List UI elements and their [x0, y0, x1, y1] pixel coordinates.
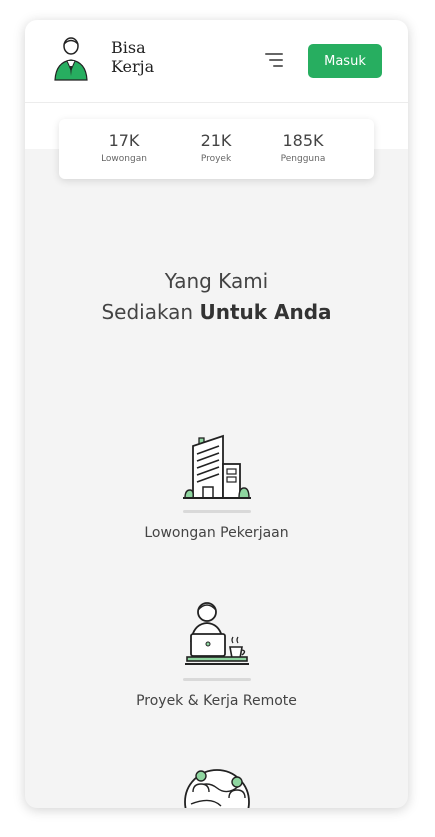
bisakerja-logo[interactable]: Bisa Kerja: [53, 36, 154, 82]
stat-label: Lowongan: [101, 154, 147, 164]
service-divider: [182, 678, 251, 681]
top-navbar: Bisa Kerja Masuk: [25, 20, 408, 103]
section-heading: Yang Kami Sediakan Untuk Anda: [25, 266, 408, 328]
office-building-icon: [182, 434, 251, 499]
section-heading-line1: Yang Kami: [164, 269, 269, 293]
remote-worker-laptop-icon: [184, 602, 249, 665]
service-item-proyek-remote[interactable]: Proyek & Kerja Remote: [25, 600, 408, 709]
service-label: Lowongan Pekerjaan: [144, 525, 289, 541]
menu-toggle-button[interactable]: [265, 52, 285, 68]
service-divider: [182, 510, 251, 513]
stat-pengguna: 185K Pengguna: [263, 131, 343, 164]
service-item-lowongan[interactable]: Lowongan Pekerjaan: [25, 432, 408, 541]
globe-network-icon: [183, 769, 250, 808]
service-item-network[interactable]: [25, 766, 408, 808]
logo-person-icon: [54, 37, 88, 81]
stat-lowongan: 17K Lowongan: [84, 131, 164, 164]
stat-value: 17K: [108, 131, 140, 150]
logo-text-bisa: Bisa: [111, 38, 146, 57]
stats-card: 17K Lowongan 21K Proyek 185K Pengguna: [59, 119, 374, 179]
section-heading-line2: Sediakan: [101, 300, 200, 324]
app-frame: Bisa Kerja Masuk 17K Lowongan 21K Proyek…: [25, 20, 408, 808]
stat-value: 21K: [200, 131, 232, 150]
hamburger-menu-icon: [265, 53, 283, 67]
logo-text-kerja: Kerja: [111, 57, 155, 76]
stat-label: Pengguna: [280, 154, 326, 164]
login-button[interactable]: Masuk: [308, 44, 382, 78]
stat-proyek: 21K Proyek: [176, 131, 256, 164]
stat-label: Proyek: [200, 154, 232, 164]
service-label: Proyek & Kerja Remote: [136, 693, 297, 709]
section-heading-emphasis: Untuk Anda: [199, 300, 332, 324]
stat-value: 185K: [282, 131, 324, 150]
